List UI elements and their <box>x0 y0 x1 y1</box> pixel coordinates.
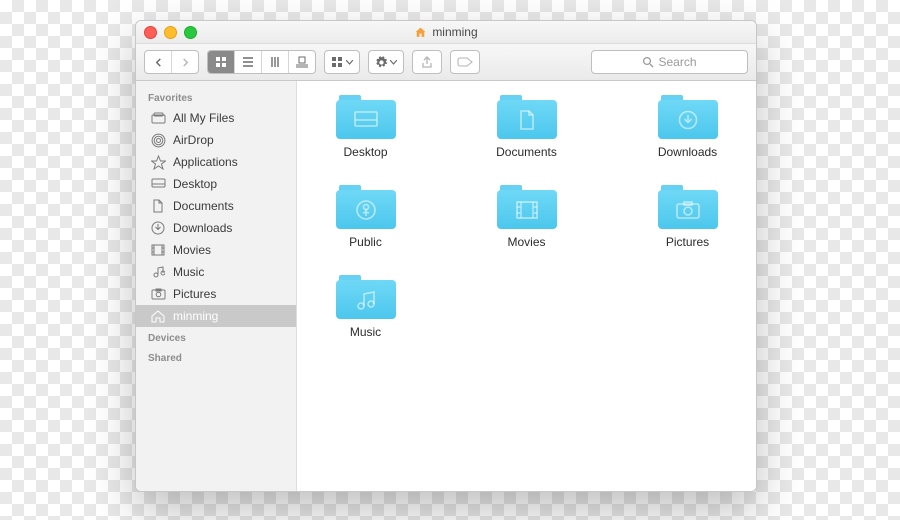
window-body: Favorites All My Files AirDrop Applicati… <box>136 81 756 491</box>
close-button[interactable] <box>144 26 157 39</box>
search-field[interactable]: Search <box>591 50 748 74</box>
folder-icon <box>497 185 557 229</box>
sidebar-item-label: Downloads <box>173 221 232 235</box>
desktop-icon <box>150 176 166 192</box>
sidebar-header-devices: Devices <box>136 327 296 347</box>
search-icon <box>642 56 654 68</box>
folder-label: Desktop <box>343 145 387 159</box>
folder-label: Movies <box>507 235 545 249</box>
folder-icon <box>658 185 718 229</box>
sidebar-item-label: Applications <box>173 155 238 169</box>
sidebar-item-label: Music <box>173 265 204 279</box>
folder-item-pictures[interactable]: Pictures <box>633 185 743 249</box>
folder-item-music[interactable]: Music <box>311 275 421 339</box>
chevron-down-icon <box>346 60 353 65</box>
arrange-menu[interactable] <box>324 50 360 74</box>
folder-label: Documents <box>496 145 557 159</box>
sidebar-item-desktop[interactable]: Desktop <box>136 173 296 195</box>
toolbar: Search <box>136 44 756 81</box>
titlebar: minming <box>136 21 756 44</box>
window-controls <box>144 26 197 39</box>
folder-icon <box>336 95 396 139</box>
gear-icon <box>375 56 388 69</box>
folder-icon <box>336 185 396 229</box>
sidebar-item-pictures[interactable]: Pictures <box>136 283 296 305</box>
folder-label: Downloads <box>658 145 717 159</box>
sidebar-item-label: Movies <box>173 243 211 257</box>
nav-back-forward <box>144 50 199 74</box>
sidebar-item-airdrop[interactable]: AirDrop <box>136 129 296 151</box>
sidebar-item-label: Pictures <box>173 287 216 301</box>
folder-label: Music <box>350 325 381 339</box>
documents-icon <box>150 198 166 214</box>
tags-button[interactable] <box>450 50 480 74</box>
downloads-icon <box>150 220 166 236</box>
action-menu[interactable] <box>368 50 404 74</box>
view-list-button[interactable] <box>234 51 261 73</box>
search-placeholder: Search <box>658 55 696 69</box>
window-title: minming <box>432 25 477 39</box>
home-icon <box>150 308 166 324</box>
sidebar-item-label: All My Files <box>173 111 234 125</box>
view-mode-switch <box>207 50 316 74</box>
sidebar-item-label: minming <box>173 309 218 323</box>
all-my-files-icon <box>150 110 166 126</box>
sidebar-item-downloads[interactable]: Downloads <box>136 217 296 239</box>
sidebar-item-label: AirDrop <box>173 133 214 147</box>
sidebar-item-all-my-files[interactable]: All My Files <box>136 107 296 129</box>
folder-item-documents[interactable]: Documents <box>472 95 582 159</box>
arrange-icon <box>332 57 344 67</box>
folder-label: Public <box>349 235 382 249</box>
view-icons-button[interactable] <box>208 51 234 73</box>
sidebar-item-documents[interactable]: Documents <box>136 195 296 217</box>
folder-item-public[interactable]: Public <box>311 185 421 249</box>
view-coverflow-button[interactable] <box>288 51 315 73</box>
tag-icon <box>457 57 473 68</box>
finder-window: minming <box>135 20 757 492</box>
sidebar-item-label: Documents <box>173 199 234 213</box>
share-icon <box>421 56 433 69</box>
pictures-icon <box>150 286 166 302</box>
minimize-button[interactable] <box>164 26 177 39</box>
movies-icon <box>150 242 166 258</box>
share-button[interactable] <box>412 50 442 74</box>
applications-icon <box>150 154 166 170</box>
sidebar-item-label: Desktop <box>173 177 217 191</box>
content-area: Desktop Documents Downloads Public Movie <box>297 81 756 491</box>
folder-item-downloads[interactable]: Downloads <box>633 95 743 159</box>
chevron-down-icon <box>390 60 397 65</box>
sidebar-item-applications[interactable]: Applications <box>136 151 296 173</box>
sidebar-header-favorites: Favorites <box>136 87 296 107</box>
forward-button[interactable] <box>171 51 198 73</box>
sidebar-header-shared: Shared <box>136 347 296 367</box>
zoom-button[interactable] <box>184 26 197 39</box>
home-icon <box>414 26 427 39</box>
view-columns-button[interactable] <box>261 51 288 73</box>
music-icon <box>150 264 166 280</box>
back-button[interactable] <box>145 51 171 73</box>
folder-icon <box>658 95 718 139</box>
folder-label: Pictures <box>666 235 709 249</box>
folder-item-desktop[interactable]: Desktop <box>311 95 421 159</box>
folder-item-movies[interactable]: Movies <box>472 185 582 249</box>
folder-grid: Desktop Documents Downloads Public Movie <box>305 95 748 339</box>
folder-icon <box>497 95 557 139</box>
sidebar-item-movies[interactable]: Movies <box>136 239 296 261</box>
sidebar-item-home[interactable]: minming <box>136 305 296 327</box>
sidebar: Favorites All My Files AirDrop Applicati… <box>136 81 297 491</box>
sidebar-item-music[interactable]: Music <box>136 261 296 283</box>
airdrop-icon <box>150 132 166 148</box>
folder-icon <box>336 275 396 319</box>
